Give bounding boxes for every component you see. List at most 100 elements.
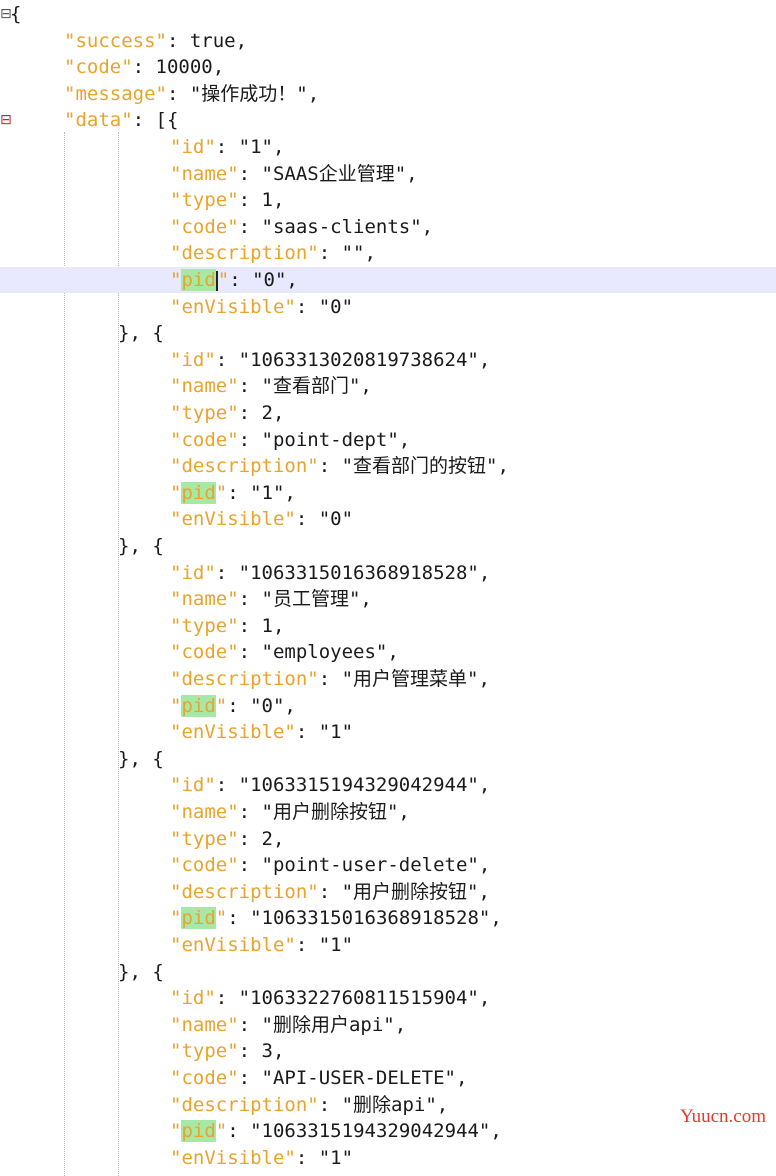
fold-toggle-icon[interactable]: ⊟	[0, 107, 12, 133]
code-text: "id": "1063315194329042944",	[170, 772, 490, 798]
json-key: "code"	[170, 215, 239, 238]
code-line[interactable]: "pid": "0",	[0, 693, 776, 719]
json-key: "enVisible"	[170, 295, 296, 318]
code-line[interactable]: "description": "用户删除按钮",	[0, 879, 776, 905]
code-text: }, {	[118, 959, 164, 985]
code-line[interactable]: "code": "saas-clients",	[0, 214, 776, 240]
code-line[interactable]: "description": "删除api",	[0, 1092, 776, 1118]
code-line[interactable]: "enVisible": "1"	[0, 932, 776, 958]
code-line[interactable]: "pid": "1063315194329042944",	[0, 1118, 776, 1144]
code-line[interactable]: "name": "删除用户api",	[0, 1012, 776, 1038]
code-line[interactable]: "type": 2,	[0, 826, 776, 852]
code-text: "type": 2,	[170, 826, 284, 852]
json-key: "type"	[170, 1040, 239, 1063]
json-key: "	[215, 694, 228, 717]
code-line[interactable]: "code": "point-dept",	[0, 427, 776, 453]
code-line[interactable]: "enVisible": "0"	[0, 506, 776, 532]
json-value: : true,	[166, 29, 248, 52]
fold-toggle-icon[interactable]: ⊟	[0, 1, 12, 27]
json-key: "name"	[170, 801, 239, 823]
code-line[interactable]: "type": 3,	[0, 1038, 776, 1064]
json-value: : "SAAS企业管理",	[238, 162, 418, 185]
json-value: : 1,	[238, 189, 285, 212]
code-line[interactable]: }, {	[0, 746, 776, 772]
code-text: "code": "point-user-delete",	[170, 852, 490, 878]
code-text: "name": "员工管理",	[170, 586, 372, 612]
code-line[interactable]: "pid": "1",	[0, 480, 776, 506]
code-line[interactable]: "pid": "1063315016368918528",	[0, 905, 776, 931]
code-text: "enVisible": "1"	[170, 1145, 353, 1171]
json-key: "id"	[170, 348, 216, 371]
code-line[interactable]: "id": "1063313020819738624",	[0, 347, 776, 373]
json-key: "type"	[170, 189, 239, 212]
code-line[interactable]: "name": "SAAS企业管理",	[0, 161, 776, 187]
code-line[interactable]: }, {	[0, 959, 776, 985]
code-line[interactable]: "code": "API-USER-DELETE",	[0, 1065, 776, 1091]
json-value: : 3,	[238, 1040, 285, 1063]
code-text: "pid": "0",	[170, 267, 298, 293]
code-line[interactable]: "type": 1,	[0, 613, 776, 639]
code-line[interactable]: "name": "员工管理",	[0, 586, 776, 612]
watermark-text: Yuucn.com	[679, 1106, 766, 1127]
json-key: "description"	[170, 880, 319, 903]
json-key: "type"	[170, 614, 239, 637]
code-text: "pid": "1",	[170, 480, 296, 506]
code-line[interactable]: "description": "查看部门的按钮",	[0, 453, 776, 479]
code-line[interactable]: "id": "1063315016368918528",	[0, 560, 776, 586]
code-line[interactable]: "id": "1063322760811515904",	[0, 985, 776, 1011]
json-key: "enVisible"	[170, 1146, 296, 1169]
json-value: : "员工管理",	[238, 588, 372, 611]
code-line[interactable]: "enVisible": "1"	[0, 1145, 776, 1171]
json-key: "description"	[170, 455, 319, 478]
json-key-search-highlight: pid	[181, 481, 216, 504]
json-value: : "1063315016368918528",	[215, 561, 491, 584]
code-line[interactable]: "description": "",	[0, 240, 776, 266]
code-line[interactable]: ⊟ "data": [{	[0, 107, 776, 133]
code-line[interactable]: "code": "employees",	[0, 639, 776, 665]
json-key: "description"	[170, 1093, 319, 1116]
json-value: : "操作成功！",	[166, 82, 320, 105]
json-value: : "用户管理菜单",	[318, 668, 490, 690]
json-value: : "用户删除按钮",	[318, 880, 490, 903]
code-text: "type": 3,	[170, 1038, 284, 1064]
code-text: }, {	[118, 320, 164, 346]
json-key: "code"	[170, 641, 239, 664]
json-key: "	[170, 481, 182, 504]
json-key: "name"	[170, 1013, 239, 1036]
code-line[interactable]: }, {	[0, 320, 776, 346]
code-line[interactable]: "type": 1,	[0, 187, 776, 213]
json-value: : "1063315194329042944",	[227, 1120, 502, 1143]
code-line[interactable]: "enVisible": "1"	[0, 719, 776, 745]
json-key: "name"	[170, 375, 239, 398]
code-text: "enVisible": "1"	[170, 719, 353, 745]
code-line[interactable]: "type": 2,	[0, 400, 776, 426]
json-value: : "1063322760811515904",	[215, 987, 491, 1010]
json-key: "code"	[170, 428, 239, 451]
code-text: "name": "删除用户api",	[170, 1012, 406, 1038]
json-value: : "1"	[295, 721, 354, 744]
code-line[interactable]: "message": "操作成功！",	[0, 81, 776, 107]
json-key: "code"	[170, 1067, 239, 1089]
code-line[interactable]: "description": "用户管理菜单",	[0, 666, 776, 692]
json-value: : "删除api",	[318, 1093, 449, 1116]
json-value: : "用户删除按钮",	[238, 801, 410, 823]
json-value: : "point-dept",	[238, 428, 411, 451]
code-line[interactable]: "name": "查看部门",	[0, 373, 776, 399]
code-text: "message": "操作成功！",	[64, 81, 319, 107]
code-text: "name": "查看部门",	[170, 373, 372, 399]
code-line[interactable]: }, {	[0, 533, 776, 559]
code-editor[interactable]: ⊟{"success": true, "code": 10000, "message…	[0, 0, 776, 1176]
code-line[interactable]: ⊟{	[0, 1, 776, 27]
code-text: "id": "1063313020819738624",	[170, 347, 490, 373]
code-line[interactable]: "code": 10000,	[0, 54, 776, 80]
code-line[interactable]: "success": true,	[0, 28, 776, 54]
json-value: : "1"	[295, 934, 354, 956]
code-line[interactable]: "name": "用户删除按钮",	[0, 799, 776, 825]
code-text: "enVisible": "0"	[170, 506, 353, 532]
code-line-current[interactable]: "pid ": "0",	[0, 267, 776, 293]
code-line[interactable]: "id": "1",	[0, 134, 776, 160]
json-value: : "1",	[227, 481, 296, 504]
code-line[interactable]: "id": "1063315194329042944",	[0, 772, 776, 798]
code-line[interactable]: "enVisible": "0"	[0, 294, 776, 320]
code-line[interactable]: "code": "point-user-delete",	[0, 852, 776, 878]
